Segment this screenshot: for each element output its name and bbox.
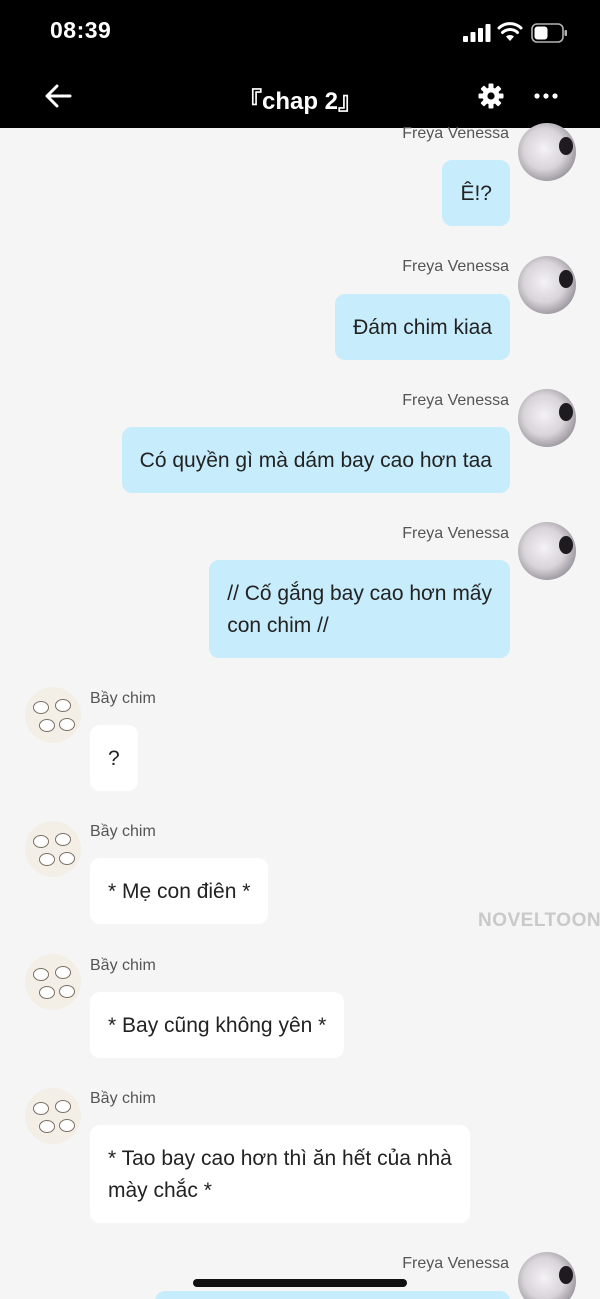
top-bar: 08:39 『chap 2』 xyxy=(0,0,600,128)
avatar[interactable] xyxy=(25,687,81,743)
avatar[interactable] xyxy=(518,1252,576,1299)
sender-name: Freya Venessa xyxy=(402,525,509,542)
avatar[interactable] xyxy=(518,256,576,314)
gear-icon[interactable] xyxy=(477,82,505,110)
sender-name: Bầy chim xyxy=(90,823,156,840)
battery-icon xyxy=(531,23,567,43)
message-bubble: Đám chim kiaa xyxy=(335,294,510,360)
page-title: 『chap 2』 xyxy=(237,88,363,115)
message-text: ? xyxy=(108,747,120,770)
sender-name: Bầy chim xyxy=(90,690,156,707)
message-bubble: * Mẹ con điên * xyxy=(90,858,269,924)
sender-name: Bầy chim xyxy=(90,1090,156,1107)
cellular-signal-icon xyxy=(463,24,491,42)
message-text: * Mẹ con điên * xyxy=(108,880,251,903)
avatar[interactable] xyxy=(518,389,576,447)
message-text-line: con chim // xyxy=(227,614,329,637)
home-indicator[interactable] xyxy=(193,1279,407,1287)
message-text: Đám chim kiaa xyxy=(353,316,492,339)
message-text-line: // Cố gắng bay cao hơn mấy xyxy=(227,582,492,605)
avatar[interactable] xyxy=(25,1088,81,1144)
wifi-icon xyxy=(497,22,523,41)
message-bubble: Có quyền gì mà dám bay cao hơn taa xyxy=(121,427,510,493)
sender-name: Freya Venessa xyxy=(402,125,509,142)
message-text: Có quyền gì mà dám bay cao hơn taa xyxy=(139,449,492,472)
avatar[interactable] xyxy=(518,522,576,580)
avatar[interactable] xyxy=(25,821,81,877)
sender-name: Freya Venessa xyxy=(402,1255,509,1272)
message-text: * Bay cũng không yên * xyxy=(108,1014,327,1037)
message-bubble xyxy=(155,1291,510,1299)
sender-name: Freya Venessa xyxy=(402,392,509,409)
message-bubble: // Cố gắng bay cao hơn mấy con chim // xyxy=(209,560,510,658)
sender-name: Bầy chim xyxy=(90,957,156,974)
message-bubble: * Tao bay cao hơn thì ăn hết của nhà mày… xyxy=(90,1125,470,1223)
avatar[interactable] xyxy=(518,123,576,181)
more-options-icon[interactable] xyxy=(531,82,561,110)
message-bubble: Ê!? xyxy=(442,160,510,226)
message-text-line: * Tao bay cao hơn thì ăn hết của nhà xyxy=(108,1147,452,1170)
status-time: 08:39 xyxy=(50,17,112,43)
message-text-line: mày chắc * xyxy=(108,1179,212,1202)
sender-name: Freya Venessa xyxy=(402,258,509,275)
message-bubble: * Bay cũng không yên * xyxy=(90,992,345,1058)
watermark: NOVELTOON xyxy=(478,910,600,931)
avatar[interactable] xyxy=(25,954,81,1010)
message-bubble: ? xyxy=(90,725,138,791)
message-text: Ê!? xyxy=(460,182,492,205)
